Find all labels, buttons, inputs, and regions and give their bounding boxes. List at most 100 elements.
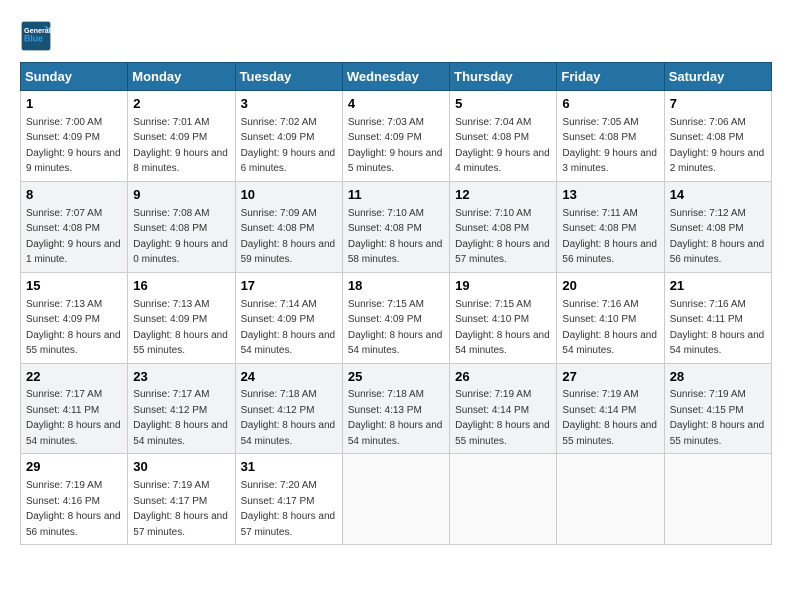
day-sunrise: Sunrise: 7:19 AM	[133, 480, 209, 491]
day-number: 24	[241, 368, 337, 387]
day-sunset: Sunset: 4:09 PM	[241, 314, 315, 325]
calendar-cell: 3 Sunrise: 7:02 AM Sunset: 4:09 PM Dayli…	[235, 91, 342, 182]
calendar-cell: 27 Sunrise: 7:19 AM Sunset: 4:14 PM Dayl…	[557, 363, 664, 454]
day-sunrise: Sunrise: 7:02 AM	[241, 117, 317, 128]
day-number: 20	[562, 277, 658, 296]
day-number: 4	[348, 95, 444, 114]
day-sunset: Sunset: 4:08 PM	[562, 132, 636, 143]
day-sunset: Sunset: 4:17 PM	[241, 496, 315, 507]
calendar-cell: 30 Sunrise: 7:19 AM Sunset: 4:17 PM Dayl…	[128, 454, 235, 545]
day-number: 2	[133, 95, 229, 114]
day-sunrise: Sunrise: 7:14 AM	[241, 299, 317, 310]
day-sunrise: Sunrise: 7:00 AM	[26, 117, 102, 128]
calendar-cell: 16 Sunrise: 7:13 AM Sunset: 4:09 PM Dayl…	[128, 272, 235, 363]
day-daylight: Daylight: 8 hours and 55 minutes.	[133, 330, 228, 357]
day-daylight: Daylight: 9 hours and 6 minutes.	[241, 148, 336, 175]
day-sunset: Sunset: 4:08 PM	[26, 223, 100, 234]
day-daylight: Daylight: 8 hours and 57 minutes.	[455, 239, 550, 266]
day-sunset: Sunset: 4:16 PM	[26, 496, 100, 507]
day-daylight: Daylight: 9 hours and 8 minutes.	[133, 148, 228, 175]
day-number: 19	[455, 277, 551, 296]
day-sunset: Sunset: 4:09 PM	[133, 132, 207, 143]
calendar-cell: 19 Sunrise: 7:15 AM Sunset: 4:10 PM Dayl…	[450, 272, 557, 363]
day-daylight: Daylight: 8 hours and 55 minutes.	[670, 420, 765, 447]
day-number: 29	[26, 458, 122, 477]
weekday-header: Friday	[557, 63, 664, 91]
day-sunset: Sunset: 4:11 PM	[26, 405, 99, 416]
day-sunrise: Sunrise: 7:18 AM	[348, 389, 424, 400]
day-sunset: Sunset: 4:12 PM	[241, 405, 315, 416]
calendar-cell: 17 Sunrise: 7:14 AM Sunset: 4:09 PM Dayl…	[235, 272, 342, 363]
day-daylight: Daylight: 8 hours and 55 minutes.	[455, 420, 550, 447]
day-sunrise: Sunrise: 7:06 AM	[670, 117, 746, 128]
day-sunset: Sunset: 4:14 PM	[562, 405, 636, 416]
calendar-cell: 28 Sunrise: 7:19 AM Sunset: 4:15 PM Dayl…	[664, 363, 771, 454]
day-number: 17	[241, 277, 337, 296]
day-sunset: Sunset: 4:14 PM	[455, 405, 529, 416]
calendar-cell: 20 Sunrise: 7:16 AM Sunset: 4:10 PM Dayl…	[557, 272, 664, 363]
day-sunset: Sunset: 4:09 PM	[348, 132, 422, 143]
day-daylight: Daylight: 9 hours and 0 minutes.	[133, 239, 228, 266]
calendar-cell	[450, 454, 557, 545]
weekday-header: Tuesday	[235, 63, 342, 91]
day-sunrise: Sunrise: 7:17 AM	[133, 389, 209, 400]
day-sunrise: Sunrise: 7:19 AM	[26, 480, 102, 491]
day-sunrise: Sunrise: 7:15 AM	[348, 299, 424, 310]
day-daylight: Daylight: 9 hours and 4 minutes.	[455, 148, 550, 175]
day-daylight: Daylight: 8 hours and 55 minutes.	[562, 420, 657, 447]
day-number: 3	[241, 95, 337, 114]
calendar-cell: 9 Sunrise: 7:08 AM Sunset: 4:08 PM Dayli…	[128, 181, 235, 272]
calendar-cell: 18 Sunrise: 7:15 AM Sunset: 4:09 PM Dayl…	[342, 272, 449, 363]
day-daylight: Daylight: 9 hours and 3 minutes.	[562, 148, 657, 175]
day-sunrise: Sunrise: 7:03 AM	[348, 117, 424, 128]
day-sunset: Sunset: 4:08 PM	[348, 223, 422, 234]
day-number: 28	[670, 368, 766, 387]
day-daylight: Daylight: 8 hours and 54 minutes.	[241, 420, 336, 447]
weekday-header: Thursday	[450, 63, 557, 91]
day-sunrise: Sunrise: 7:12 AM	[670, 208, 746, 219]
day-sunrise: Sunrise: 7:19 AM	[562, 389, 638, 400]
day-sunset: Sunset: 4:08 PM	[455, 223, 529, 234]
calendar-cell	[664, 454, 771, 545]
day-daylight: Daylight: 8 hours and 54 minutes.	[241, 330, 336, 357]
day-number: 1	[26, 95, 122, 114]
day-sunset: Sunset: 4:09 PM	[241, 132, 315, 143]
day-sunset: Sunset: 4:15 PM	[670, 405, 744, 416]
day-daylight: Daylight: 8 hours and 54 minutes.	[455, 330, 550, 357]
calendar-week-row: 1 Sunrise: 7:00 AM Sunset: 4:09 PM Dayli…	[21, 91, 772, 182]
calendar-cell: 14 Sunrise: 7:12 AM Sunset: 4:08 PM Dayl…	[664, 181, 771, 272]
calendar-cell: 25 Sunrise: 7:18 AM Sunset: 4:13 PM Dayl…	[342, 363, 449, 454]
day-sunrise: Sunrise: 7:09 AM	[241, 208, 317, 219]
day-sunset: Sunset: 4:09 PM	[348, 314, 422, 325]
day-daylight: Daylight: 9 hours and 2 minutes.	[670, 148, 765, 175]
day-number: 13	[562, 186, 658, 205]
day-number: 15	[26, 277, 122, 296]
calendar-cell: 21 Sunrise: 7:16 AM Sunset: 4:11 PM Dayl…	[664, 272, 771, 363]
day-sunrise: Sunrise: 7:04 AM	[455, 117, 531, 128]
calendar-cell: 8 Sunrise: 7:07 AM Sunset: 4:08 PM Dayli…	[21, 181, 128, 272]
day-sunset: Sunset: 4:11 PM	[670, 314, 743, 325]
day-sunset: Sunset: 4:08 PM	[562, 223, 636, 234]
day-sunrise: Sunrise: 7:10 AM	[348, 208, 424, 219]
day-daylight: Daylight: 9 hours and 9 minutes.	[26, 148, 121, 175]
day-daylight: Daylight: 8 hours and 57 minutes.	[133, 511, 228, 538]
day-daylight: Daylight: 8 hours and 54 minutes.	[133, 420, 228, 447]
day-daylight: Daylight: 8 hours and 56 minutes.	[26, 511, 121, 538]
day-sunrise: Sunrise: 7:16 AM	[670, 299, 746, 310]
day-sunrise: Sunrise: 7:19 AM	[670, 389, 746, 400]
calendar-cell: 7 Sunrise: 7:06 AM Sunset: 4:08 PM Dayli…	[664, 91, 771, 182]
calendar-header-row: SundayMondayTuesdayWednesdayThursdayFrid…	[21, 63, 772, 91]
day-daylight: Daylight: 8 hours and 59 minutes.	[241, 239, 336, 266]
day-daylight: Daylight: 9 hours and 5 minutes.	[348, 148, 443, 175]
day-sunset: Sunset: 4:09 PM	[133, 314, 207, 325]
day-sunrise: Sunrise: 7:13 AM	[133, 299, 209, 310]
day-daylight: Daylight: 8 hours and 57 minutes.	[241, 511, 336, 538]
calendar-cell: 2 Sunrise: 7:01 AM Sunset: 4:09 PM Dayli…	[128, 91, 235, 182]
day-daylight: Daylight: 8 hours and 58 minutes.	[348, 239, 443, 266]
day-number: 22	[26, 368, 122, 387]
day-number: 30	[133, 458, 229, 477]
day-number: 12	[455, 186, 551, 205]
day-daylight: Daylight: 8 hours and 54 minutes.	[562, 330, 657, 357]
day-number: 5	[455, 95, 551, 114]
day-daylight: Daylight: 9 hours and 1 minute.	[26, 239, 121, 266]
